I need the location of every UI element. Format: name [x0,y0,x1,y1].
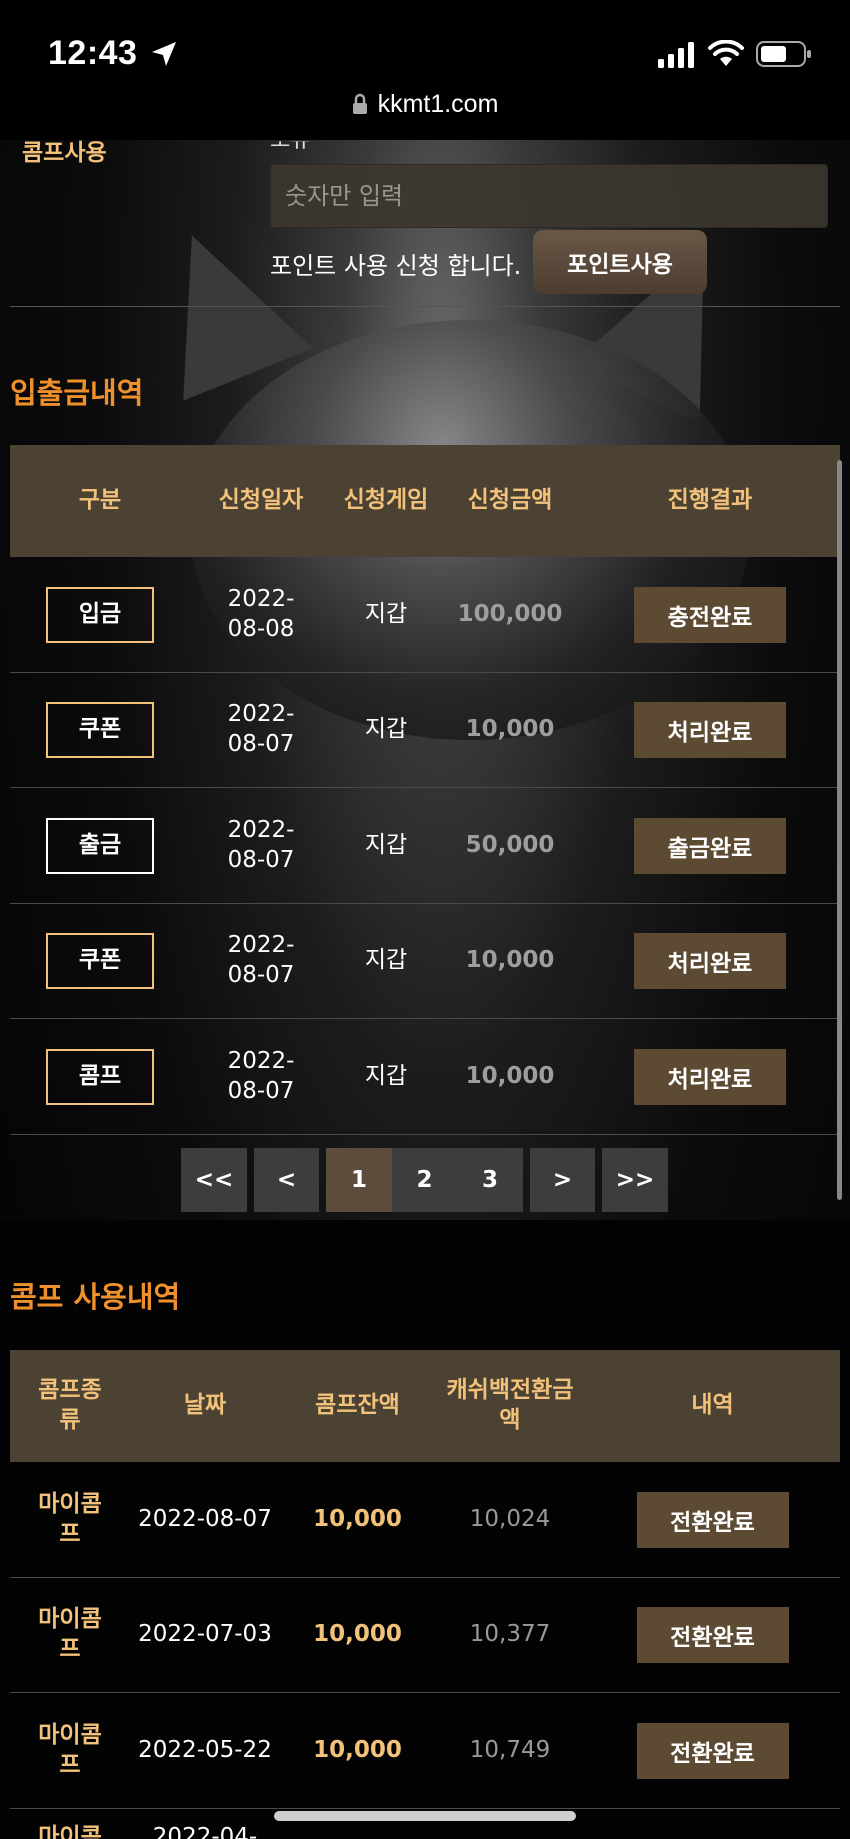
page-first-button[interactable]: << [181,1148,247,1212]
scrollbar[interactable] [837,460,842,1200]
result-button[interactable]: 충전완료 [634,586,786,643]
table-row: 마이콤프 2022-07-03 10,000 10,377 전환완료 [10,1578,840,1693]
cellular-signal-icon [658,42,694,68]
comp-table-header: 콤프종류 날짜 콤프잔액 캐쉬백전환금액 내역 [10,1350,840,1462]
comp-date: 2022-08-07 [138,1505,272,1532]
table-row: 출금 2022-08-07 지갑 50,000 출금완료 [10,788,840,904]
wifi-icon [708,40,744,66]
header-amount: 신청금액 [467,487,553,514]
history-title: 입출금내역 [10,376,144,410]
comp-history-title: 콤프 사용내역 [10,1280,181,1314]
row-game: 지갑 [364,716,408,743]
category-badge: 쿠폰 [46,933,154,989]
comp-date: 2022-07-03 [138,1621,272,1648]
row-amount: 50,000 [465,831,555,858]
comp-cashback: 10,749 [469,1736,551,1763]
point-use-button[interactable]: 포인트사용 [533,230,707,294]
comp-type: 마이콤프 [38,1490,102,1547]
row-date: 2022-08-08 [227,585,295,642]
result-button[interactable]: 출금완료 [634,817,786,874]
section-divider [10,306,840,307]
row-date: 2022-08-07 [227,816,295,873]
row-game: 지갑 [364,831,408,858]
convert-status-button[interactable]: 전환완료 [636,1722,789,1779]
page-1-button[interactable]: 1 [326,1148,392,1212]
header-cashback: 캐쉬백전환금액 [446,1377,574,1433]
row-game: 지갑 [364,1062,408,1089]
status-time: 12:43 [48,34,138,72]
convert-status-button[interactable]: 전환완료 [636,1491,789,1548]
header-date: 신청일자 [218,487,304,514]
result-button[interactable]: 처리완료 [634,1048,786,1105]
table-row: 입금 2022-08-08 지갑 100,000 충전완료 [10,557,840,673]
url-text: kkmt1.com [377,90,499,118]
table-row: 콤프 2022-08-07 지갑 10,000 처리완료 [10,1019,840,1135]
comp-cashback: 10,024 [469,1505,551,1532]
page-prev-button[interactable]: < [254,1148,319,1212]
page-last-button[interactable]: >> [602,1148,668,1212]
comp-type: 마이콤프 [38,1606,102,1662]
point-use-notice: 포인트 사용 신청 합니다. [270,252,522,280]
category-badge: 쿠폰 [46,702,154,758]
main-content: 콤프사용 보유 포인트 사용 신청 합니다. 포인트사용 입출금내역 구분 신청… [0,140,850,1839]
history-table-header: 구분 신청일자 신청게임 신청금액 진행결과 [10,445,840,557]
home-indicator[interactable] [274,1811,576,1821]
result-button[interactable]: 처리완료 [634,933,786,989]
lock-icon [352,93,367,114]
header-result: 진행결과 [667,487,753,514]
category-badge: 출금 [46,817,154,874]
comp-date: 2022-05-22 [138,1736,272,1763]
comp-balance: 10,000 [313,1621,402,1648]
row-date: 2022-08-07 [227,1047,295,1104]
header-comp-date: 날짜 [183,1392,227,1419]
comp-cashback: 10,377 [469,1621,551,1648]
table-row: 쿠폰 2022-08-07 지갑 10,000 처리완료 [10,673,840,788]
comp-type: 마이콤프 [38,1824,102,1839]
comp-date: 2022-04- [152,1824,258,1839]
row-amount: 100,000 [457,600,563,627]
row-amount: 10,000 [465,947,555,974]
row-amount: 10,000 [465,1062,555,1089]
table-row: 쿠폰 2022-08-07 지갑 10,000 처리완료 [10,904,840,1019]
header-type: 구분 [78,487,122,514]
table-row: 마이콤프 2022-08-07 10,000 10,024 전환완료 [10,1462,840,1578]
convert-status-button[interactable]: 전환완료 [636,1607,789,1663]
table-row: 마이콤프 2022-05-22 10,000 10,749 전환완료 [10,1693,840,1809]
category-badge: 입금 [46,586,154,643]
page-next-button[interactable]: > [530,1148,595,1212]
header-game: 신청게임 [343,487,429,514]
header-comp-type: 콤프종류 [38,1377,102,1433]
comp-balance: 10,000 [313,1736,402,1763]
point-amount-input[interactable] [270,164,828,228]
row-date: 2022-08-07 [227,932,295,988]
page-3-button[interactable]: 3 [457,1148,523,1212]
history-table: 구분 신청일자 신청게임 신청금액 진행결과 입금 2022-08-08 지갑 … [10,445,840,1135]
comp-type: 마이콤프 [38,1721,102,1778]
row-amount: 10,000 [465,716,555,743]
category-badge: 콤프 [46,1048,154,1105]
comp-balance: 10,000 [313,1505,402,1532]
row-game: 지갑 [364,947,408,974]
comp-history-table: 콤프종류 날짜 콤프잔액 캐쉬백전환금액 내역 마이콤프 2022-08-07 … [10,1350,840,1839]
address-bar[interactable]: kkmt1.com [0,90,850,119]
battery-icon [756,41,811,67]
header-comp-balance: 콤프잔액 [315,1392,400,1419]
location-arrow-icon [152,42,176,66]
header-comp-status: 내역 [691,1392,734,1419]
pagination: << < 1 2 3 > >> [181,1148,668,1212]
row-date: 2022-08-07 [227,701,295,757]
result-button[interactable]: 처리완료 [634,702,786,758]
row-game: 지갑 [364,600,408,627]
page-2-button[interactable]: 2 [392,1148,457,1212]
status-bar: 12:43 kkmt1.com [0,0,850,140]
